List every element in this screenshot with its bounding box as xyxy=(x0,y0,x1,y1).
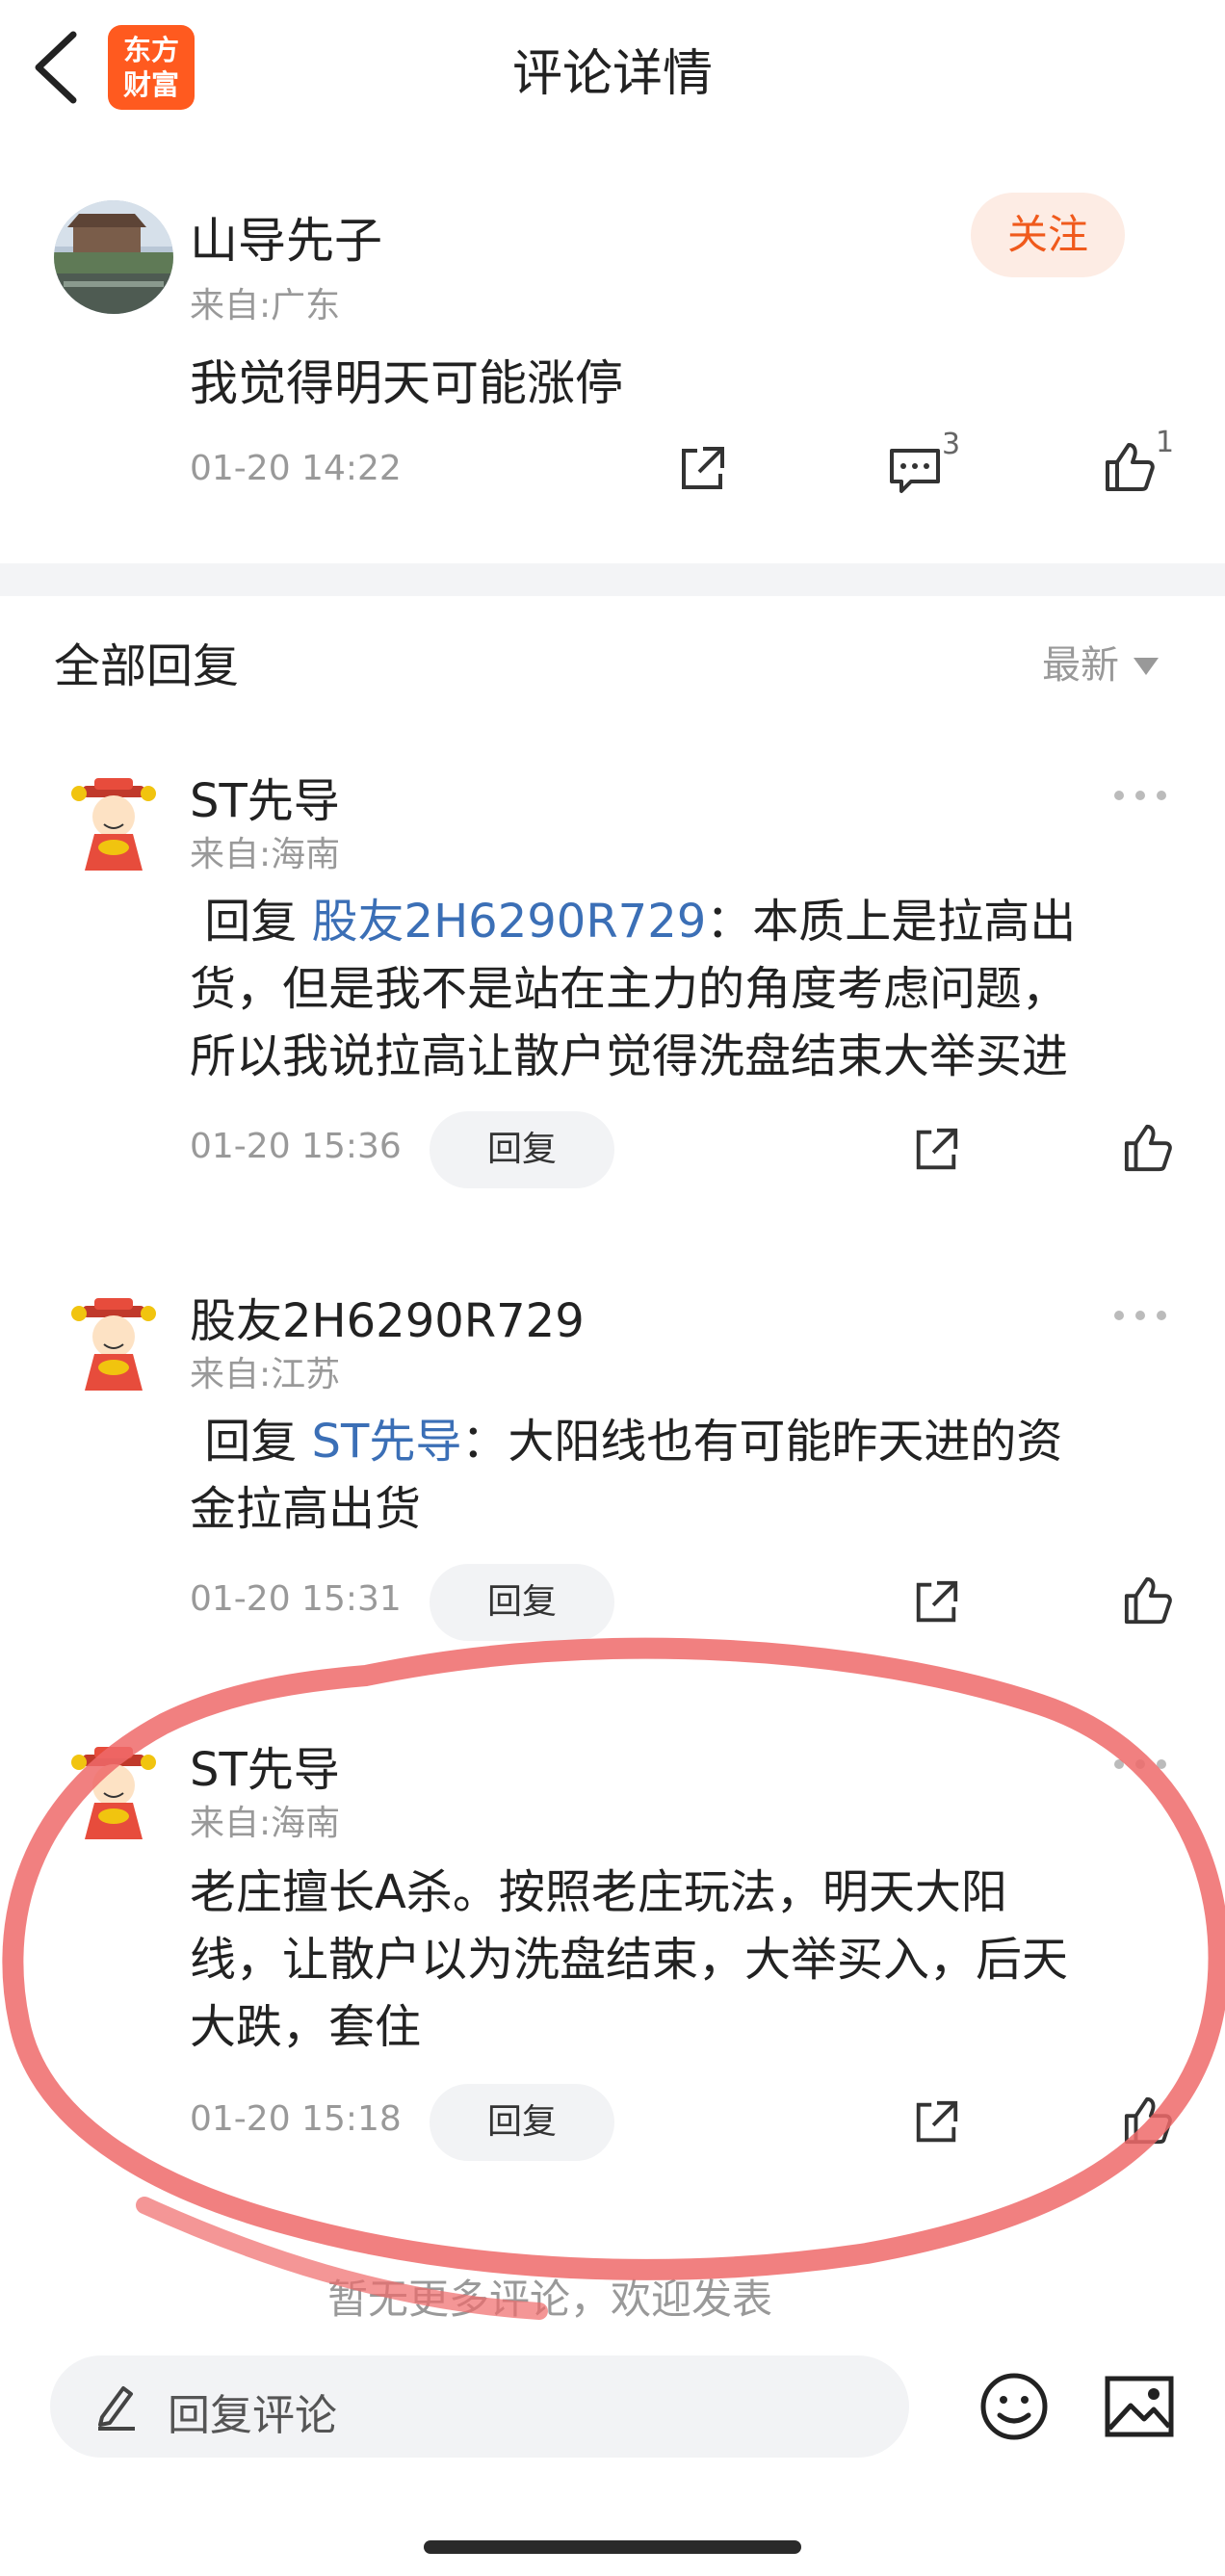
share-icon[interactable] xyxy=(676,443,728,495)
image-icon[interactable] xyxy=(1104,2375,1175,2438)
reply-time: 01-20 15:31 xyxy=(190,1579,402,1619)
comment-count: 3 xyxy=(942,428,961,461)
reply-author[interactable]: ST先导 xyxy=(190,763,340,830)
annotation-circle xyxy=(2,1637,1225,2320)
like-icon[interactable] xyxy=(1123,1575,1173,1626)
follow-button[interactable]: 关注 xyxy=(971,193,1125,277)
author-name[interactable]: 山导先子 xyxy=(190,202,382,272)
like-icon[interactable] xyxy=(1123,1123,1173,1173)
emoji-icon[interactable] xyxy=(978,2371,1050,2442)
reply-avatar[interactable] xyxy=(65,1296,162,1392)
home-indicator xyxy=(424,2540,801,2554)
post-time: 01-20 14:22 xyxy=(190,449,402,488)
reply-text: 回复 股友2H6290R729：本质上是拉高出 货，但是我不是站在主力的角度考虑… xyxy=(190,895,1077,1083)
section-divider xyxy=(0,563,1225,596)
reply-button[interactable]: 回复 xyxy=(430,1564,614,1641)
like-count: 1 xyxy=(1156,426,1175,459)
reply-time: 01-20 15:36 xyxy=(190,1127,402,1166)
comment-icon[interactable] xyxy=(888,445,942,495)
author-location: 来自:广东 xyxy=(190,286,341,325)
post-text: 我觉得明天可能涨停 xyxy=(190,355,623,411)
reply-to-link[interactable]: ST先导 xyxy=(312,1415,462,1469)
reply-button[interactable]: 回复 xyxy=(430,1111,614,1188)
pencil-icon xyxy=(98,2386,135,2431)
share-icon[interactable] xyxy=(911,1125,961,1175)
share-icon[interactable] xyxy=(911,1577,961,1627)
author-avatar[interactable] xyxy=(54,200,173,314)
reply-location: 来自:海南 xyxy=(190,835,341,874)
replies-section-title: 全部回复 xyxy=(54,639,240,693)
reply-input-placeholder: 回复评论 xyxy=(168,2391,337,2440)
reply-location: 来自:江苏 xyxy=(190,1355,341,1394)
reply-author[interactable]: 股友2H6290R729 xyxy=(190,1283,585,1350)
like-icon[interactable] xyxy=(1104,441,1156,493)
reply-avatar[interactable] xyxy=(65,776,162,872)
sort-dropdown[interactable]: 最新 xyxy=(1042,634,1160,690)
more-icon[interactable] xyxy=(1111,788,1169,803)
page-title: 评论详情 xyxy=(511,45,713,103)
more-icon[interactable] xyxy=(1111,1308,1169,1323)
caret-down-icon xyxy=(1133,658,1159,675)
reply-text: 回复 ST先导：大阳线也有可能昨天进的资 金拉高出货 xyxy=(190,1415,1063,1536)
reply-to-link[interactable]: 股友2H6290R729 xyxy=(312,895,707,949)
